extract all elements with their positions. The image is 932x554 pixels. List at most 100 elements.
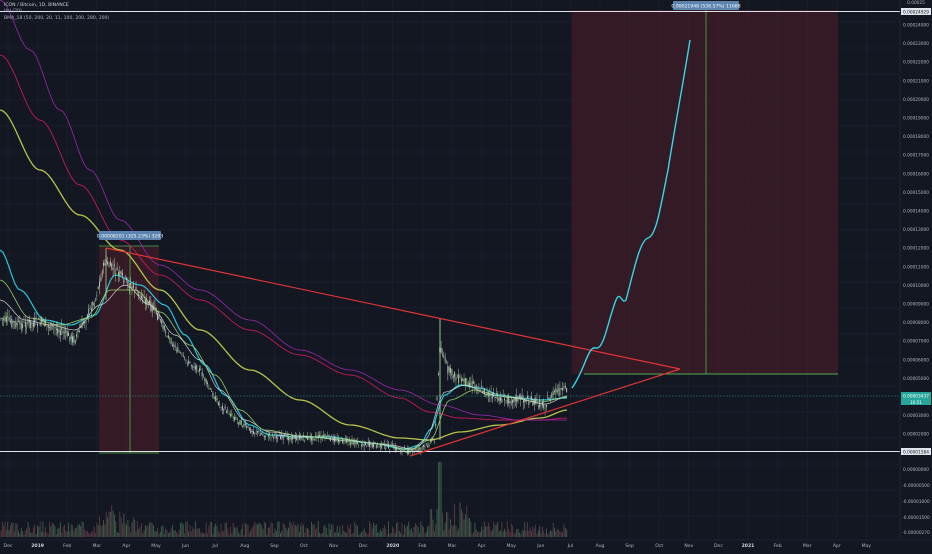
candle-body: [51, 323, 53, 325]
candle-body: [325, 437, 327, 439]
volume-bar: [509, 532, 511, 537]
candle-body: [500, 397, 501, 401]
volume-bar: [377, 532, 379, 537]
volume-bar: [294, 525, 296, 537]
candle-body: [436, 397, 438, 400]
volume-bar: [271, 523, 273, 537]
volume-bar: [185, 521, 187, 537]
volume-bar: [189, 525, 191, 537]
candle-body: [564, 386, 566, 388]
volume-bar: [462, 512, 464, 537]
candle-body: [501, 398, 503, 403]
candle-body: [394, 446, 396, 451]
price-axis[interactable]: 0.00024000 0.00023000 0.00022000 0.00021000…: [899, 0, 932, 540]
candle-body: [58, 329, 60, 332]
candle-body: [244, 423, 246, 425]
volume-bar: [533, 528, 535, 537]
volume-bar: [435, 523, 437, 537]
candle-body: [142, 300, 144, 303]
volume-bar: [537, 530, 539, 537]
volume-bar: [535, 524, 537, 537]
volume-bar: [471, 533, 473, 537]
candle-body: [544, 408, 546, 410]
volume-bar: [77, 524, 79, 537]
candle-body: [350, 442, 352, 445]
candle-body: [423, 445, 424, 447]
candle-body: [332, 436, 334, 441]
volume-bar: [338, 532, 339, 537]
volume-bar: [378, 532, 380, 537]
candle-body: [370, 442, 372, 446]
candle-body: [288, 436, 289, 441]
ma-indicator-label[interactable]: BMA_18 (50, 200, 20, 11, 100, 200, 280, …: [4, 16, 109, 22]
chart-area[interactable]: 0.00024000 0.00023000 0.00022000 0.00021000…: [0, 0, 932, 550]
time-axis[interactable]: Dec 2019 Feb Mar Apr May Jun Jul Aug Sep Oct Nov Dec…: [0, 539, 932, 550]
volume-tick-label: 0.00000000: [903, 467, 929, 473]
candle-body: [525, 399, 527, 403]
volume-tick-label: -0.00000500: [902, 483, 930, 489]
volume-bar: [224, 523, 226, 537]
volume-bar: [53, 523, 55, 537]
svg-text:0.00001584: 0.00001584: [903, 449, 929, 455]
volume-bar: [450, 519, 451, 537]
candle-body: [537, 405, 539, 407]
volume-bar: [192, 527, 194, 537]
candle-body: [479, 390, 481, 392]
volume-bar: [325, 528, 327, 537]
time-tick-label: Jul: [567, 543, 574, 549]
candle-body: [528, 401, 530, 405]
candle-body: [317, 434, 319, 439]
candle-body: [383, 444, 385, 445]
candle-body: [134, 291, 136, 293]
candle-body: [235, 417, 237, 420]
volume-bar: [517, 528, 519, 537]
price-chart-canvas[interactable]: 0.00024000 0.00023000 0.00022000 0.00021000…: [0, 0, 932, 550]
volume-bar: [409, 530, 411, 537]
volume-bar: [216, 525, 218, 537]
volume-bar: [176, 532, 177, 537]
volume-bar: [440, 462, 442, 537]
volume-bar: [446, 511, 447, 537]
volume-bar: [352, 532, 354, 537]
volume-bar: [50, 526, 52, 537]
candle-body: [454, 371, 456, 377]
time-tick-label: Jun: [181, 543, 189, 549]
candle-body: [39, 322, 41, 326]
volume-bar: [284, 524, 285, 537]
volume-bar: [382, 528, 384, 537]
high-level-label: 0.00024929: [901, 8, 931, 15]
volume-bar: [55, 534, 57, 537]
candle-body: [429, 439, 431, 442]
candle-body: [32, 322, 34, 327]
candle-body: [456, 377, 458, 378]
volume-bar: [80, 526, 82, 537]
volume-bar: [316, 527, 318, 537]
volume-bar: [528, 530, 530, 537]
volume-bar: [370, 523, 372, 537]
candle-body: [205, 379, 207, 384]
volume-bar: [61, 532, 63, 537]
volume-bar: [301, 522, 303, 537]
price-tick-label: 0.00021000: [903, 78, 929, 84]
future-measure-annotation[interactable]: 0.00021948 (536.57%) 11688: [671, 1, 741, 10]
volume-bar: [510, 523, 512, 537]
volume-bar: [100, 525, 102, 537]
candle-body: [169, 337, 171, 339]
volume-bar: [173, 530, 175, 537]
time-tick-label: Dec: [714, 543, 723, 549]
volume-bar: [86, 530, 88, 537]
volume-bar: [527, 522, 528, 537]
volume-bar: [70, 524, 72, 537]
candle-body: [216, 398, 218, 401]
past-measure-annotation[interactable]: 0.00008201 (325.23%) 3293: [97, 231, 163, 240]
candle-body: [73, 336, 75, 343]
time-tick-label: May: [506, 543, 516, 549]
candle-body: [552, 391, 554, 395]
candle-body: [123, 279, 125, 284]
candle-body: [266, 433, 268, 434]
candle-body: [14, 321, 15, 323]
candle-body: [483, 388, 485, 394]
volume-bar: [428, 525, 430, 537]
candle-body: [470, 383, 472, 385]
candle-body: [4, 315, 6, 322]
